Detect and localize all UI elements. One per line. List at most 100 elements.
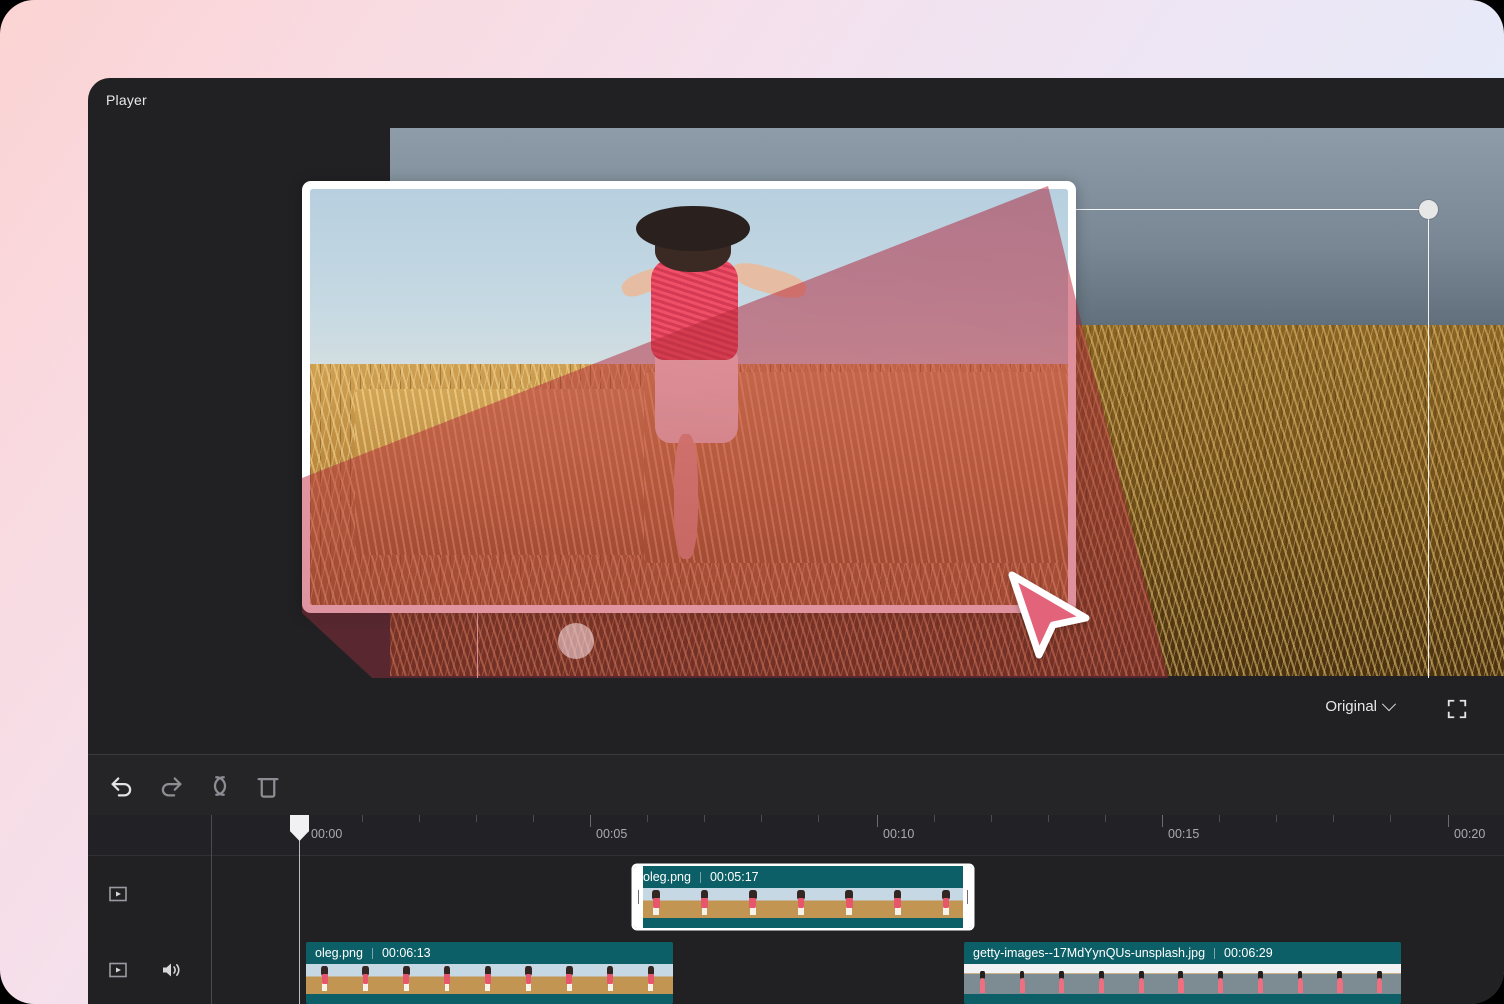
speaker-icon[interactable] xyxy=(160,960,182,980)
clip-thumbnail xyxy=(1242,964,1282,994)
undo-icon[interactable] xyxy=(107,771,137,801)
timeline-track-2[interactable]: oleg.png 00:06:13 getty-images--17MdYynQUs… xyxy=(88,932,1504,1004)
clip-thumbnail xyxy=(632,964,673,994)
thumbnail-detail xyxy=(607,982,613,991)
aspect-ratio-selector[interactable]: Original xyxy=(1325,696,1397,715)
thumbnail-detail xyxy=(322,982,328,991)
ruler-tick-minor xyxy=(419,815,420,822)
clip-duration: 00:06:29 xyxy=(1224,946,1273,960)
thumbnail-detail xyxy=(566,982,572,991)
aspect-ratio-label: Original xyxy=(1325,698,1377,715)
player-panel-title: Player xyxy=(106,92,147,108)
ruler-tick-major xyxy=(877,815,878,827)
person-top xyxy=(651,259,739,360)
thumbnail-detail xyxy=(444,982,450,991)
clip-thumbnail xyxy=(1321,964,1362,994)
thumbnail-detail xyxy=(526,982,532,991)
timeline-clip[interactable]: getty-images--17MdYynQUs-unsplash.jpg 00:… xyxy=(964,942,1401,1004)
clip-thumbnail xyxy=(509,964,551,994)
clip-thumbnail xyxy=(964,964,1004,994)
clip-trim-handle-right[interactable] xyxy=(963,866,972,928)
ruler-label: 00:10 xyxy=(883,827,915,841)
clip-thumbnail xyxy=(428,964,470,994)
timeline-clip[interactable]: oleg.png 00:06:13 xyxy=(306,942,673,1004)
thumbnail-detail xyxy=(653,906,660,915)
clip-thumbnail xyxy=(306,964,347,994)
clip-thumbnail xyxy=(1162,964,1203,994)
clip-duration: 00:05:17 xyxy=(709,870,759,884)
ruler-label: 00:00 xyxy=(311,827,343,841)
ruler-tick-minor xyxy=(533,815,534,822)
clip-trim-handle-left[interactable] xyxy=(634,866,643,928)
hay-bale-left xyxy=(355,388,659,556)
clip-thumbnail xyxy=(682,888,731,918)
clip-thumbnail xyxy=(1083,964,1123,994)
clip-thumbnail xyxy=(469,964,510,994)
clip-thumbnail xyxy=(1202,964,1243,994)
resize-handle-top-right[interactable] xyxy=(1419,200,1438,219)
clip-thumbnail xyxy=(591,964,633,994)
ruler-tick-minor xyxy=(818,815,819,822)
thumbnail-detail xyxy=(943,906,949,915)
ruler-label: 00:05 xyxy=(596,827,628,841)
clip-header: getty-images--17MdYynQUs-unsplash.jpg 00:… xyxy=(964,942,1401,964)
ruler-tick-major xyxy=(590,815,591,827)
timeline-panel[interactable]: 00:00 00:05 00:10 00:15 00:20 oleg.png 00:05:… xyxy=(88,815,1504,1004)
timeline-track-1[interactable]: oleg.png 00:05:17 xyxy=(88,856,1504,932)
thumbnail-detail xyxy=(846,906,853,915)
track-header-1 xyxy=(88,856,211,932)
track-header-2 xyxy=(88,932,211,1004)
clip-thumbnail xyxy=(1003,964,1044,994)
clip-thumbnail xyxy=(1122,964,1163,994)
thumbnail-detail xyxy=(749,906,756,915)
ruler-tick-minor xyxy=(991,815,992,822)
ruler-tick-minor xyxy=(1048,815,1049,822)
split-icon[interactable] xyxy=(205,771,235,801)
clip-filmstrip xyxy=(964,964,1401,994)
ruler-tick-minor xyxy=(1390,815,1391,822)
timeline-playhead[interactable] xyxy=(290,815,309,1004)
clip-thumbnail xyxy=(1281,964,1322,994)
ruler-tick-minor xyxy=(704,815,705,822)
ruler-label: 00:15 xyxy=(1168,827,1200,841)
clip-header-separator xyxy=(699,871,701,883)
person-hat xyxy=(635,205,750,252)
trash-icon[interactable] xyxy=(253,771,283,801)
fullscreen-icon[interactable] xyxy=(1446,698,1468,720)
ruler-tick-minor xyxy=(1219,815,1220,822)
thumbnail-detail xyxy=(798,906,804,915)
clip-thumbnail xyxy=(778,888,828,918)
clip-thumbnail xyxy=(550,964,592,994)
video-editor-window: Player Original 00:00 00:05 00:10 00:15 … xyxy=(88,78,1504,1004)
clip-header: oleg.png 00:06:13 xyxy=(306,942,673,964)
foreground-image-layer[interactable] xyxy=(302,181,1076,613)
thumbnail-detail xyxy=(485,982,491,991)
clip-header-separator xyxy=(371,947,373,959)
clip-duration: 00:06:13 xyxy=(381,946,431,960)
chevron-down-icon xyxy=(1381,696,1397,711)
ruler-label: 00:20 xyxy=(1454,827,1486,841)
person-skirt xyxy=(654,351,739,443)
clip-filmstrip xyxy=(634,888,972,918)
redo-icon[interactable] xyxy=(156,771,186,801)
thumbnail-detail xyxy=(701,906,708,915)
clip-filename: oleg.png xyxy=(643,870,691,884)
foreground-image-content xyxy=(310,189,1068,605)
ruler-tick-minor xyxy=(934,815,935,822)
clip-thumbnail xyxy=(1361,964,1401,994)
thumbnail-detail xyxy=(894,906,901,915)
clip-thumbnail xyxy=(387,964,429,994)
clip-thumbnail xyxy=(346,964,388,994)
ruler-tick-minor xyxy=(647,815,648,822)
clip-filmstrip xyxy=(306,964,673,994)
video-track-icon[interactable] xyxy=(108,960,128,980)
player-preview-area[interactable]: Player xyxy=(88,78,1504,678)
screenshot-stage: Player Original 00:00 00:05 00:10 00:15 … xyxy=(0,0,1504,1004)
clip-header: oleg.png 00:05:17 xyxy=(634,866,972,888)
timeline-clip[interactable]: oleg.png 00:05:17 xyxy=(634,866,972,928)
player-bottom-bar: Original xyxy=(88,678,1504,754)
clip-thumbnail xyxy=(827,888,876,918)
clip-filename: oleg.png xyxy=(315,946,363,960)
pointer-cursor-icon xyxy=(1008,571,1090,659)
video-track-icon[interactable] xyxy=(108,884,128,904)
